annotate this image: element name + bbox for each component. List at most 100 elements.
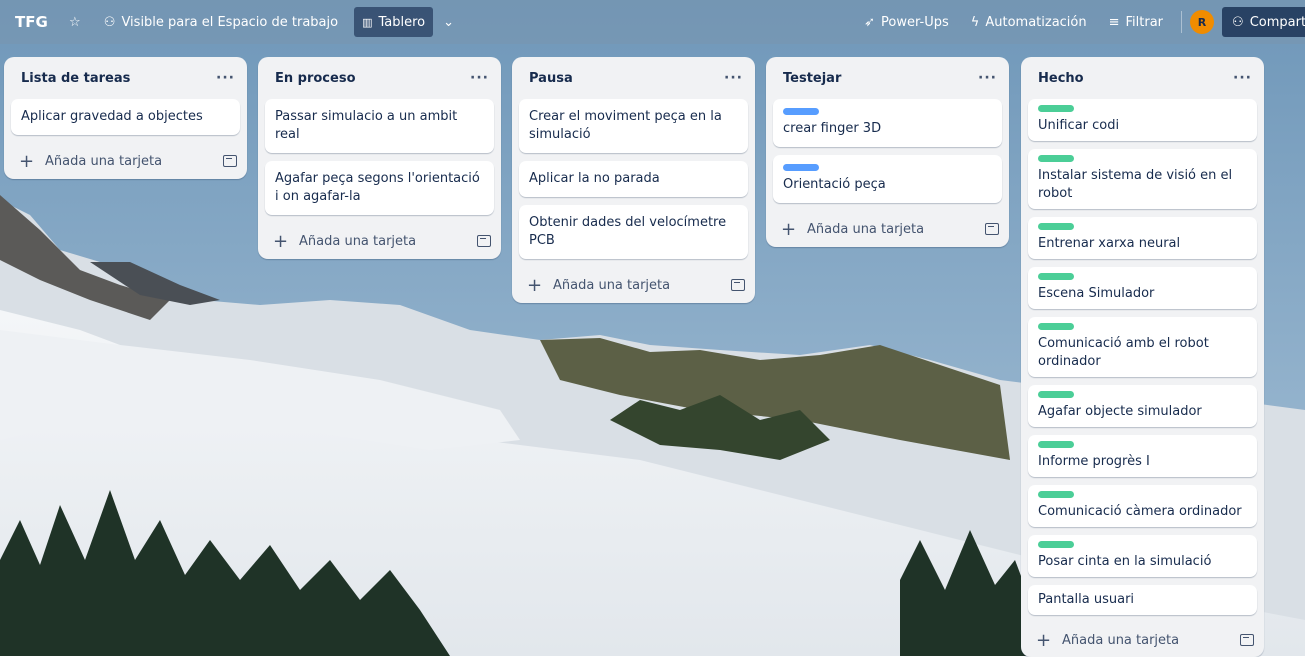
card-label[interactable] [1038, 105, 1074, 112]
filter-label: Filtrar [1125, 14, 1164, 30]
plus-icon: + [273, 230, 289, 252]
list-header[interactable]: Testejar ··· [766, 57, 1009, 99]
list-en-proceso: En proceso ··· Passar simulacio a un amb… [258, 57, 501, 259]
card[interactable]: Crear el moviment peça en la simulació [519, 99, 748, 153]
card-label[interactable] [1038, 391, 1074, 398]
more-icon[interactable]: ··· [978, 71, 997, 85]
card[interactable]: Comunicació càmera ordinador [1028, 485, 1257, 527]
view-switcher-button[interactable]: ⌄ [437, 7, 460, 37]
automation-button[interactable]: ϟ Automatización [963, 7, 1095, 37]
board-icon: ▥ [362, 15, 373, 29]
share-button[interactable]: ⚇ Compartir [1222, 7, 1305, 37]
more-icon[interactable]: ··· [470, 71, 489, 85]
people-icon: ⚇ [103, 14, 116, 30]
list-title[interactable]: En proceso [275, 71, 470, 86]
card-title: Informe progrès I [1038, 454, 1150, 469]
card-title: Orientació peça [783, 177, 886, 192]
list-hecho: Hecho ··· Unificar codi Instalar sistema… [1021, 57, 1264, 657]
card[interactable]: Orientació peça [773, 155, 1002, 203]
lightning-icon: ϟ [970, 14, 980, 30]
card[interactable]: Instalar sistema de visió en el robot [1028, 149, 1257, 209]
card-label[interactable] [1038, 323, 1074, 330]
card-title: Passar simulacio a un ambit real [275, 109, 458, 142]
powerups-button[interactable]: ➶ Power-Ups [856, 7, 957, 37]
card[interactable]: Informe progrès I [1028, 435, 1257, 477]
add-card-label: Añada una tarjeta [45, 153, 163, 169]
more-icon[interactable]: ··· [724, 71, 743, 85]
list-header[interactable]: Lista de tareas ··· [4, 57, 247, 99]
card-title: Crear el moviment peça en la simulació [529, 109, 722, 142]
card-title: Unificar codi [1038, 118, 1120, 133]
card-template-icon[interactable] [1240, 634, 1254, 646]
rocket-icon: ➶ [864, 14, 876, 30]
add-card-button[interactable]: + Añada una tarjeta [1021, 623, 1264, 657]
card-template-icon[interactable] [731, 279, 745, 291]
avatar[interactable]: R [1190, 10, 1215, 34]
card-title: crear finger 3D [783, 121, 882, 136]
card[interactable]: Passar simulacio a un ambit real [265, 99, 494, 153]
list-header[interactable]: Pausa ··· [512, 57, 755, 99]
card-label[interactable] [1038, 491, 1074, 498]
card-template-icon[interactable] [985, 223, 999, 235]
board-title[interactable]: TFG [15, 13, 48, 31]
visibility-button[interactable]: ⚇ Visible para el Espacio de trabajo [96, 7, 346, 37]
card[interactable]: Aplicar la no parada [519, 161, 748, 197]
card[interactable]: Pantalla usuari [1028, 585, 1257, 615]
list-title[interactable]: Lista de tareas [21, 71, 216, 86]
card[interactable]: Unificar codi [1028, 99, 1257, 141]
card-title: Posar cinta en la simulació [1038, 554, 1212, 569]
card-label[interactable] [1038, 273, 1074, 280]
card-title: Aplicar gravedad a objectes [21, 109, 203, 124]
board-view-button[interactable]: ▥ Tablero [354, 7, 434, 37]
card[interactable]: Posar cinta en la simulació [1028, 535, 1257, 577]
card[interactable]: Obtenir dades del velocímetre PCB [519, 205, 748, 259]
add-card-button[interactable]: + Añada una tarjeta [766, 211, 1009, 247]
card-title: Comunicació amb el robot ordinador [1038, 336, 1209, 369]
filter-icon: ≡ [1108, 14, 1120, 30]
card-label[interactable] [1038, 223, 1074, 230]
filter-button[interactable]: ≡ Filtrar [1101, 7, 1171, 37]
board-header: TFG ☆ ⚇ Visible para el Espacio de traba… [0, 0, 1305, 44]
add-card-label: Añada una tarjeta [299, 233, 417, 249]
star-icon: ☆ [68, 14, 81, 30]
card[interactable]: Agafar peça segons l'orientació i on aga… [265, 161, 494, 215]
list-header[interactable]: Hecho ··· [1021, 57, 1264, 99]
card-template-icon[interactable] [223, 155, 237, 167]
more-icon[interactable]: ··· [1233, 71, 1252, 85]
card-title: Entrenar xarxa neural [1038, 236, 1181, 251]
card-label[interactable] [1038, 541, 1074, 548]
powerups-label: Power-Ups [881, 14, 949, 30]
add-card-label: Añada una tarjeta [553, 277, 671, 293]
add-card-button[interactable]: + Añada una tarjeta [258, 223, 501, 259]
card-template-icon[interactable] [477, 235, 491, 247]
card[interactable]: Escena Simulador [1028, 267, 1257, 309]
card-label[interactable] [783, 164, 819, 171]
list-header[interactable]: En proceso ··· [258, 57, 501, 99]
card[interactable]: Agafar objecte simulador [1028, 385, 1257, 427]
card-label[interactable] [1038, 441, 1074, 448]
card-label[interactable] [783, 108, 819, 115]
add-person-icon: ⚇ [1232, 14, 1244, 30]
card[interactable]: Entrenar xarxa neural [1028, 217, 1257, 259]
card[interactable]: Comunicació amb el robot ordinador [1028, 317, 1257, 377]
add-card-button[interactable]: + Añada una tarjeta [4, 143, 247, 179]
topbar-divider [1181, 11, 1183, 33]
card-title: Obtenir dades del velocímetre PCB [529, 215, 727, 248]
list-lista-de-tareas: Lista de tareas ··· Aplicar gravedad a o… [4, 57, 247, 179]
card[interactable]: Aplicar gravedad a objectes [11, 99, 240, 135]
visibility-label: Visible para el Espacio de trabajo [121, 14, 339, 30]
list-title[interactable]: Testejar [783, 71, 978, 86]
list-title[interactable]: Pausa [529, 71, 724, 86]
board-view-label: Tablero [378, 14, 426, 30]
card[interactable]: crear finger 3D [773, 99, 1002, 147]
list-testejar: Testejar ··· crear finger 3D Orientació … [766, 57, 1009, 247]
list-title[interactable]: Hecho [1038, 71, 1233, 86]
card-title: Instalar sistema de visió en el robot [1038, 168, 1233, 201]
share-label: Compartir [1249, 14, 1305, 30]
star-button[interactable]: ☆ [60, 7, 90, 37]
card-label[interactable] [1038, 155, 1074, 162]
list-pausa: Pausa ··· Crear el moviment peça en la s… [512, 57, 755, 303]
add-card-button[interactable]: + Añada una tarjeta [512, 267, 755, 303]
card-title: Agafar peça segons l'orientació i on aga… [275, 171, 480, 204]
more-icon[interactable]: ··· [216, 71, 235, 85]
